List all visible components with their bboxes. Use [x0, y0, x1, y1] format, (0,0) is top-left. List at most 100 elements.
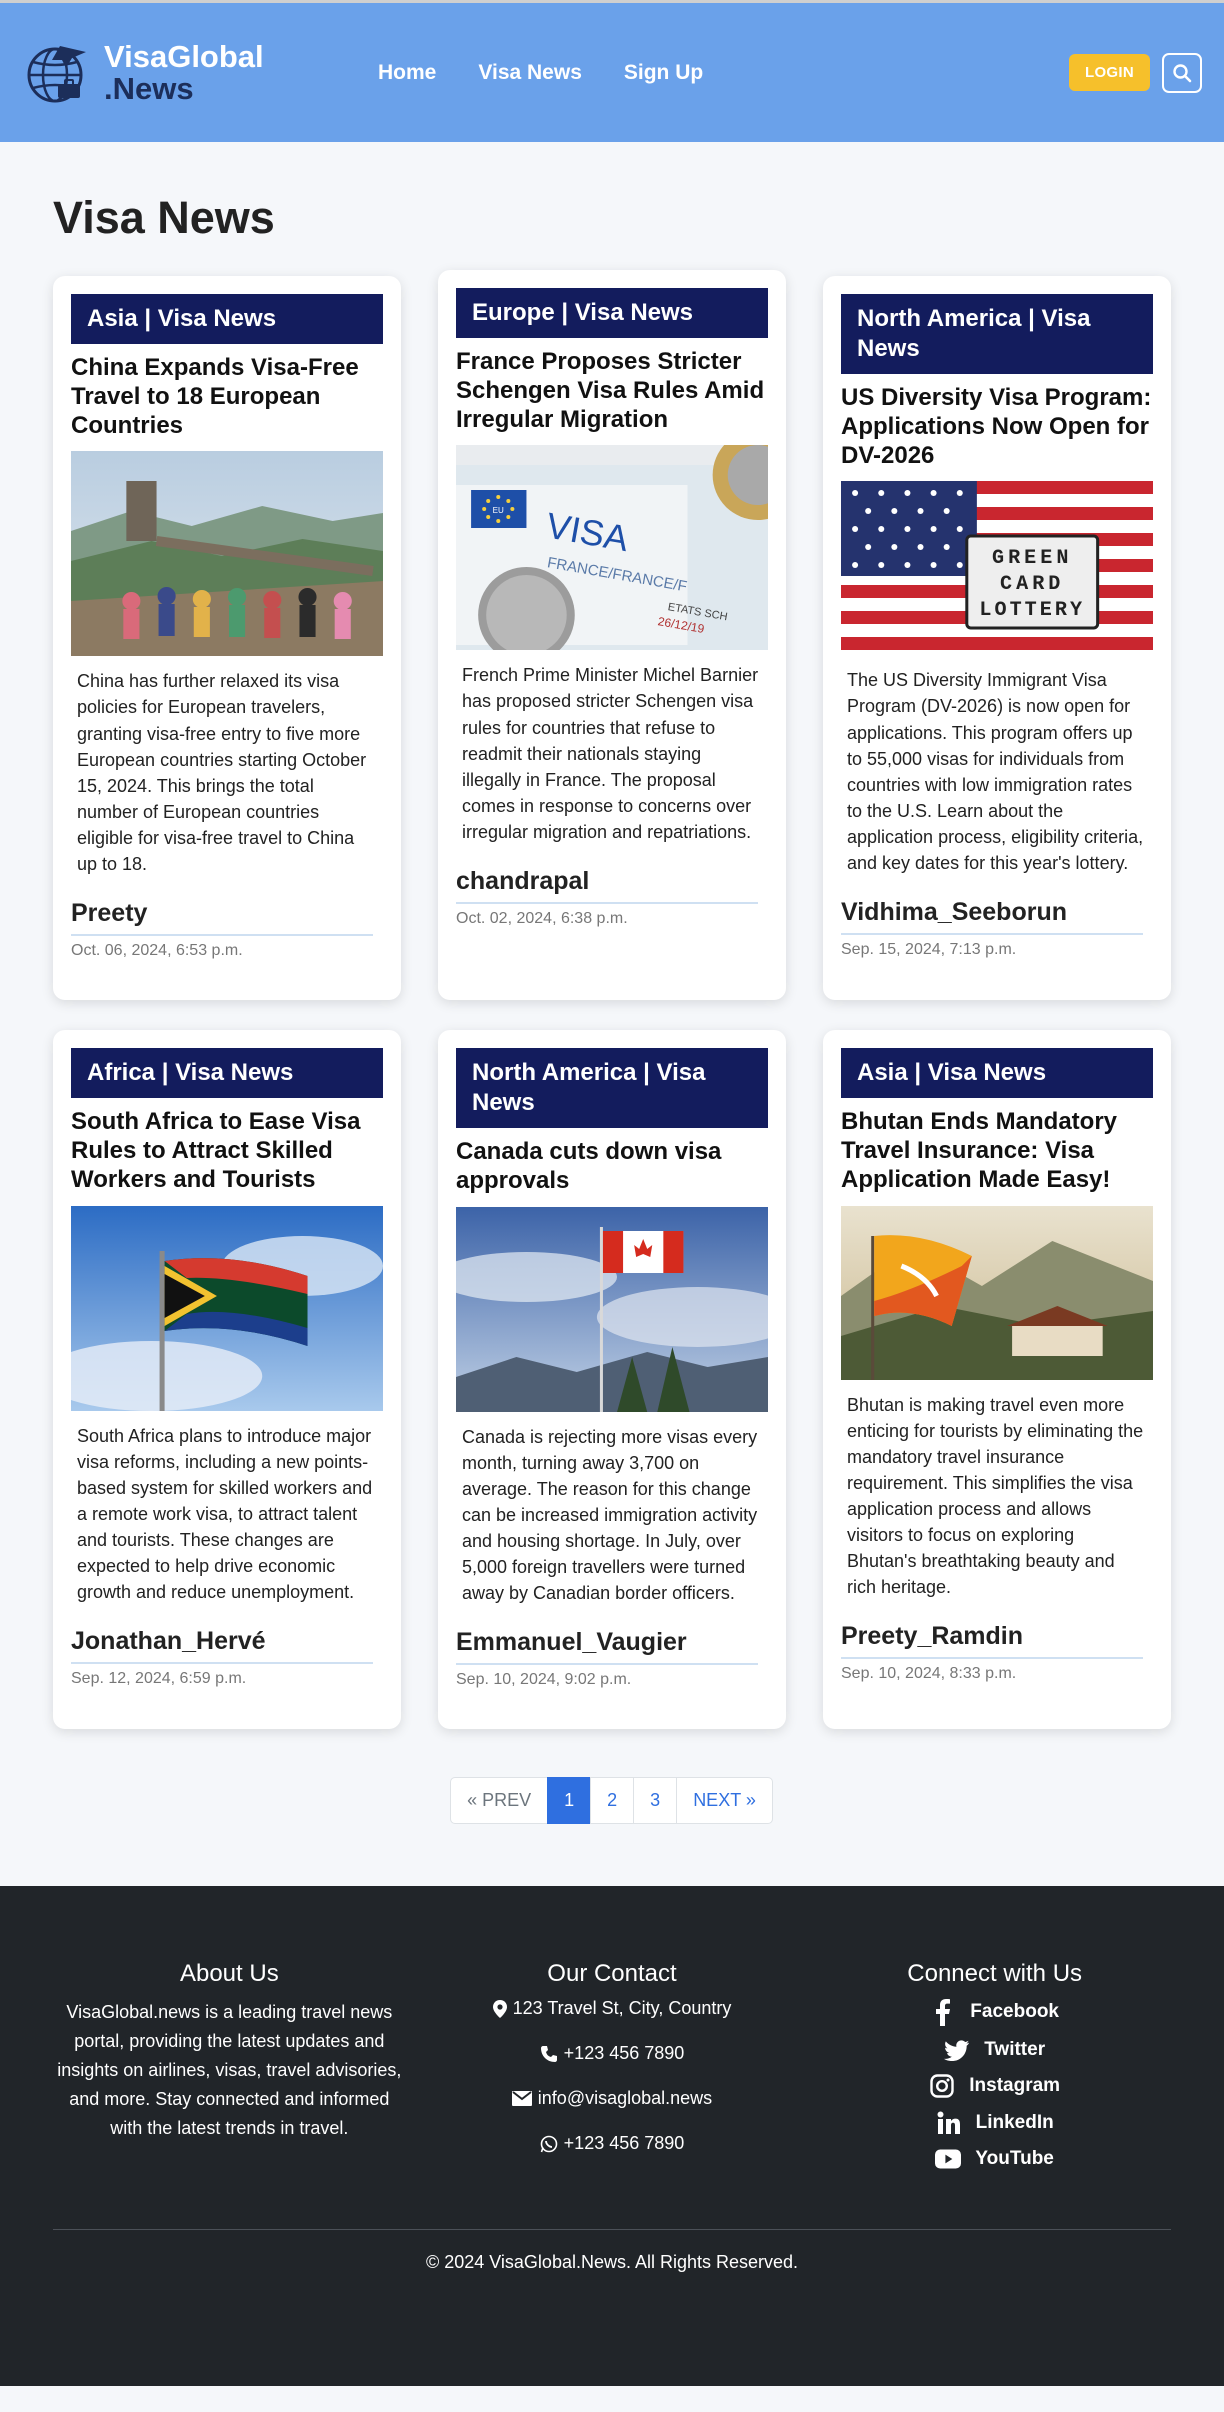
- brand-suffix: .News: [104, 70, 194, 106]
- social-link-youtube[interactable]: YouTube: [818, 2148, 1171, 2170]
- phone-icon: [540, 2045, 557, 2062]
- article-image-green-card[interactable]: GREEN CARD LOTTERY: [841, 481, 1153, 656]
- instagram-icon: [930, 2074, 954, 2099]
- pagination-next[interactable]: NEXT »: [676, 1777, 773, 1825]
- article-description: Bhutan is making travel even more entici…: [847, 1394, 1144, 1598]
- article-description: The US Diversity Immigrant Visa Program …: [847, 670, 1144, 874]
- news-grid: Asia | Visa News China Expands Visa-Free…: [53, 270, 1171, 1730]
- article-title[interactable]: Canada cuts down visa approvals: [456, 1138, 768, 1196]
- article-author: Jonathan_Hervé: [71, 1627, 373, 1665]
- main-nav: Home Visa News Sign Up: [378, 61, 703, 85]
- article-author: Preety: [71, 899, 373, 937]
- image-card-text: CARD: [1000, 573, 1064, 596]
- article-title[interactable]: US Diversity Visa Program: Applications …: [841, 384, 1153, 470]
- facebook-icon: [936, 1999, 951, 2027]
- article-description: South Africa plans to introduce major vi…: [77, 1425, 373, 1603]
- article-author: Emmanuel_Vaugier: [456, 1628, 758, 1666]
- whatsapp-icon: [540, 2135, 557, 2153]
- category-label[interactable]: Asia | Visa News: [841, 1048, 1153, 1099]
- search-button[interactable]: [1162, 52, 1202, 93]
- footer-about-title: About Us: [179, 1960, 279, 1988]
- facebook-label: Facebook: [970, 2001, 1059, 2023]
- linkedin-icon: [937, 2111, 960, 2135]
- category-label[interactable]: Africa | Visa News: [71, 1048, 383, 1099]
- footer-divider: [53, 2229, 1171, 2231]
- footer-email[interactable]: info@visaglobal.news: [538, 2088, 712, 2109]
- footer-whatsapp[interactable]: +123 456 7890: [564, 2133, 685, 2154]
- category-label[interactable]: Europe | Visa News: [456, 288, 768, 338]
- brand-logo-link[interactable]: VisaGlobal .News: [22, 38, 322, 108]
- footer-social-title: Connect with Us: [907, 1960, 1083, 1988]
- news-card[interactable]: North America | Visa News US Diversity V…: [823, 276, 1171, 1001]
- main-content: Visa News Asia | Visa News China Expands…: [0, 142, 1224, 1854]
- social-link-instagram[interactable]: Instagram: [818, 2074, 1171, 2099]
- page-title: Visa News: [53, 192, 275, 243]
- article-title[interactable]: Bhutan Ends Mandatory Travel Insurance: …: [841, 1108, 1153, 1194]
- social-link-linkedin[interactable]: LinkedIn: [818, 2111, 1171, 2135]
- news-card[interactable]: Asia | Visa News Bhutan Ends Mandatory T…: [823, 1030, 1171, 1730]
- login-button[interactable]: LOGIN: [1069, 54, 1150, 91]
- image-eu-label: EU: [493, 506, 504, 515]
- nav-visa-news[interactable]: Visa News: [478, 61, 582, 85]
- article-image-schengen-visa[interactable]: EU VISA FRANCE/FRANCE/F ETATS SCH 26/12/…: [456, 445, 768, 651]
- article-image-canada-flag[interactable]: [456, 1206, 768, 1412]
- article-date: Sep. 10, 2024, 9:02 p.m.: [456, 1671, 632, 1689]
- pagination-page-1[interactable]: 1: [547, 1777, 592, 1825]
- article-author: Vidhima_Seeborun: [841, 898, 1143, 936]
- article-date: Oct. 02, 2024, 6:38 p.m.: [456, 910, 628, 928]
- map-marker-icon: [492, 1999, 507, 2018]
- news-card[interactable]: Europe | Visa News France Proposes Stric…: [438, 270, 786, 1001]
- article-image-south-africa-flag[interactable]: [71, 1205, 383, 1411]
- article-title[interactable]: China Expands Visa-Free Travel to 18 Eur…: [71, 354, 383, 440]
- category-label[interactable]: North America | Visa News: [456, 1048, 768, 1129]
- footer-social: Connect with Us Facebook Twitter Instagr…: [818, 1960, 1171, 2183]
- article-image-great-wall[interactable]: [71, 451, 383, 657]
- nav-sign-up[interactable]: Sign Up: [624, 61, 703, 85]
- search-icon: [1173, 63, 1192, 82]
- linkedin-label: LinkedIn: [975, 2112, 1054, 2134]
- footer-about-text: VisaGlobal.news is a leading travel news…: [57, 2002, 402, 2138]
- news-card[interactable]: Africa | Visa News South Africa to Ease …: [53, 1030, 401, 1730]
- article-description: China has further relaxed its visa polic…: [77, 671, 367, 875]
- social-link-facebook[interactable]: Facebook: [818, 1998, 1171, 2027]
- article-date: Sep. 12, 2024, 6:59 p.m.: [71, 1670, 247, 1688]
- pagination-page-3[interactable]: 3: [633, 1777, 678, 1825]
- nav-home[interactable]: Home: [378, 61, 436, 85]
- twitter-icon: [944, 2040, 970, 2062]
- youtube-label: YouTube: [975, 2148, 1054, 2170]
- instagram-label: Instagram: [969, 2075, 1061, 2097]
- site-footer: About Us VisaGlobal.news is a leading tr…: [0, 1886, 1224, 2387]
- news-card[interactable]: Asia | Visa News China Expands Visa-Free…: [53, 276, 401, 1001]
- twitter-label: Twitter: [984, 2039, 1046, 2061]
- article-date: Oct. 06, 2024, 6:53 p.m.: [71, 942, 243, 960]
- site-header: VisaGlobal .News Home Visa News Sign Up …: [0, 0, 1224, 142]
- article-title[interactable]: South Africa to Ease Visa Rules to Attra…: [71, 1108, 383, 1194]
- copyright-text: © 2024 VisaGlobal.News. All Rights Reser…: [425, 2252, 799, 2273]
- article-description: Canada is rejecting more visas every mon…: [462, 1426, 758, 1604]
- article-description: French Prime Minister Michel Barnier has…: [462, 665, 759, 842]
- news-card[interactable]: North America | Visa News Canada cuts do…: [438, 1030, 786, 1730]
- pagination: « PREV 1 2 3 NEXT »: [53, 1777, 1171, 1825]
- footer-contact: Our Contact 123 Travel St, City, Country…: [436, 1960, 789, 2183]
- article-date: Sep. 10, 2024, 8:33 p.m.: [841, 1665, 1017, 1683]
- category-label[interactable]: North America | Visa News: [841, 294, 1153, 374]
- article-image-bhutan-flag[interactable]: [841, 1205, 1153, 1380]
- image-green-text: GREEN: [992, 547, 1072, 570]
- social-link-twitter[interactable]: Twitter: [818, 2039, 1171, 2062]
- article-date: Sep. 15, 2024, 7:13 p.m.: [841, 941, 1017, 959]
- image-lottery-text: LOTTERY: [979, 599, 1085, 622]
- globe-logo-icon: [27, 45, 86, 102]
- youtube-icon: [935, 2149, 962, 2169]
- footer-about: About Us VisaGlobal.news is a leading tr…: [53, 1960, 406, 2183]
- brand-name: VisaGlobal: [104, 38, 264, 74]
- footer-contact-title: Our Contact: [547, 1960, 677, 1988]
- article-author: chandrapal: [456, 867, 758, 905]
- footer-address: 123 Travel St, City, Country: [512, 1998, 732, 2019]
- pagination-page-2[interactable]: 2: [590, 1777, 635, 1825]
- envelope-icon: [511, 2091, 532, 2107]
- pagination-prev[interactable]: « PREV: [450, 1777, 549, 1825]
- article-title[interactable]: France Proposes Stricter Schengen Visa R…: [456, 348, 768, 434]
- footer-phone[interactable]: +123 456 7890: [564, 2043, 685, 2064]
- category-label[interactable]: Asia | Visa News: [71, 294, 383, 344]
- article-author: Preety_Ramdin: [841, 1622, 1143, 1660]
